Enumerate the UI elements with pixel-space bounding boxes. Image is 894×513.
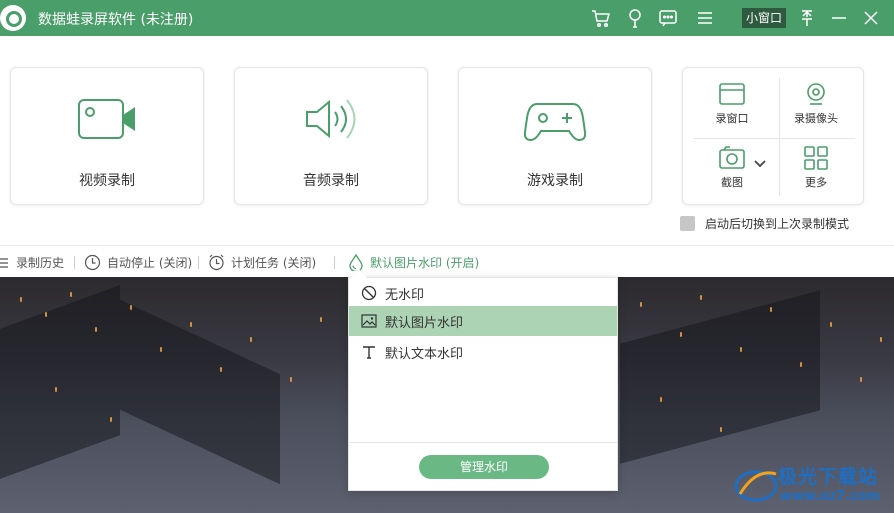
schedule-button[interactable]: 计划任务 (关闭) xyxy=(208,254,316,271)
option-no-watermark[interactable]: 无水印 xyxy=(349,278,617,308)
chevron-down-icon[interactable] xyxy=(753,154,767,173)
video-record-label: 视频录制 xyxy=(79,173,135,189)
window-icon xyxy=(719,83,745,105)
game-record-label: 游戏录制 xyxy=(527,173,583,189)
option-text-watermark[interactable]: 默认文本水印 xyxy=(349,337,617,367)
schedule-label: 计划任务 (关闭) xyxy=(231,256,317,270)
bulb-icon[interactable] xyxy=(624,7,646,29)
grid-icon xyxy=(804,146,828,170)
bottom-toolbar: 录制历史 自动停止 (关闭) 计划任务 (关闭) 默认图片水印 (开启) xyxy=(0,245,894,277)
site-watermark: 极光下载站 www.xz7.com xyxy=(734,458,894,513)
app-logo xyxy=(0,5,26,31)
history-button[interactable]: 录制历史 xyxy=(0,254,64,271)
close-icon[interactable] xyxy=(860,7,882,29)
tools-panel: 录窗口 录摄像头 截图 更多 xyxy=(682,67,864,205)
option-text-watermark-label: 默认文本水印 xyxy=(385,346,464,362)
title-bar: 数据蛙录屏软件 (未注册) 小窗口 xyxy=(0,0,894,36)
pin-icon[interactable] xyxy=(796,7,818,29)
alarm-icon xyxy=(209,254,224,271)
option-image-watermark-label: 默认图片水印 xyxy=(385,315,464,331)
brand-name: 极光下载站 xyxy=(778,466,879,488)
audio-record-label: 音频录制 xyxy=(303,173,359,189)
text-icon xyxy=(363,346,375,359)
game-record-card[interactable]: 游戏录制 xyxy=(458,67,652,205)
auto-stop-button[interactable]: 自动停止 (关闭) xyxy=(84,254,192,271)
cart-icon[interactable] xyxy=(590,7,612,29)
audio-record-card[interactable]: 音频录制 xyxy=(234,67,428,205)
watermark-dropdown: 无水印 默认图片水印 默认文本水印 管理水印 xyxy=(348,269,618,491)
watermark-button[interactable]: 默认图片水印 (开启) xyxy=(348,254,479,271)
minimize-icon[interactable] xyxy=(828,7,850,29)
screenshot-label: 截图 xyxy=(721,176,743,189)
app-title: 数据蛙录屏软件 (未注册) xyxy=(38,12,194,28)
video-record-card[interactable]: 视频录制 xyxy=(10,67,204,205)
record-window-tool[interactable]: 录窗口 xyxy=(697,82,767,126)
mini-window-button[interactable]: 小窗口 xyxy=(742,8,787,28)
manage-watermark-button[interactable]: 管理水印 xyxy=(419,455,549,479)
option-no-watermark-label: 无水印 xyxy=(385,287,425,303)
video-camera-icon xyxy=(78,99,135,139)
clock-icon xyxy=(84,254,101,271)
auto-switch-option[interactable]: 启动后切换到上次录制模式 xyxy=(680,215,849,232)
record-camera-tool[interactable]: 录摄像头 xyxy=(781,82,851,126)
gamepad-icon xyxy=(523,103,587,142)
watermark-label: 默认图片水印 (开启) xyxy=(370,256,480,270)
auto-switch-label: 启动后切换到上次录制模式 xyxy=(705,217,850,231)
auto-stop-label: 自动停止 (关闭) xyxy=(107,256,193,270)
ban-icon xyxy=(361,285,377,301)
record-camera-label: 录摄像头 xyxy=(794,112,838,125)
history-label: 录制历史 xyxy=(16,256,65,270)
speaker-icon xyxy=(306,99,356,139)
webcam-icon xyxy=(807,83,825,105)
brand-logo-icon xyxy=(734,470,778,502)
more-label: 更多 xyxy=(805,176,827,189)
option-image-watermark[interactable]: 默认图片水印 xyxy=(349,306,617,336)
camera-icon xyxy=(719,146,745,169)
menu-icon[interactable] xyxy=(694,7,716,29)
image-icon xyxy=(361,314,377,328)
record-window-label: 录窗口 xyxy=(715,112,749,125)
brand-url: www.xz7.com xyxy=(780,489,881,504)
more-tool[interactable]: 更多 xyxy=(781,146,851,190)
list-icon xyxy=(0,257,8,268)
chat-icon[interactable] xyxy=(657,7,679,29)
auto-switch-checkbox[interactable] xyxy=(680,216,695,231)
